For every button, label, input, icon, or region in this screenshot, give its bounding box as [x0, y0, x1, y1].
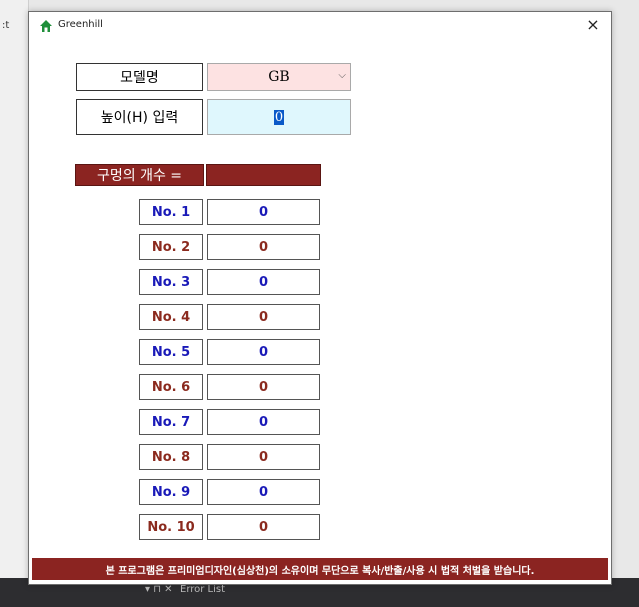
hole-number-label: No. 6 — [139, 374, 203, 400]
hole-number-value: 0 — [207, 304, 320, 330]
hole-number-label: No. 3 — [139, 269, 203, 295]
panel-pin-controls[interactable]: ▾ ⊓ ✕ — [145, 584, 173, 595]
hole-number-label: No. 9 — [139, 479, 203, 505]
hole-number-label: No. 2 — [139, 234, 203, 260]
greenhill-house-icon — [40, 20, 52, 32]
height-input[interactable]: 0 — [207, 99, 351, 135]
hole-number-value: 0 — [207, 339, 320, 365]
model-select-value: GB — [268, 69, 290, 85]
chevron-down-icon[interactable]: ⌵ — [338, 70, 346, 81]
hole-number-value: 0 — [207, 199, 320, 225]
hole-number-label: No. 8 — [139, 444, 203, 470]
hole-number-label: No. 1 — [139, 199, 203, 225]
height-input-label: 높이(H) 입력 — [76, 99, 203, 135]
hole-number-label: No. 10 — [139, 514, 203, 540]
hole-number-value: 0 — [207, 409, 320, 435]
window-title: Greenhill — [58, 19, 103, 30]
hole-number-value: 0 — [207, 514, 320, 540]
hole-number-value: 0 — [207, 374, 320, 400]
hole-count-value — [206, 164, 321, 186]
close-icon[interactable]: × — [581, 14, 605, 36]
hole-number-label: No. 7 — [139, 409, 203, 435]
hole-number-label: No. 5 — [139, 339, 203, 365]
hole-number-label: No. 4 — [139, 304, 203, 330]
background-editor-edge: :t — [0, 0, 29, 607]
hole-number-value: 0 — [207, 479, 320, 505]
greenhill-window: Greenhill × 모델명 GB ⌵ 높이(H) 입력 0 구멍의 개수 =… — [28, 11, 612, 585]
hole-count-label: 구멍의 개수 = — [75, 164, 204, 186]
hole-number-value: 0 — [207, 444, 320, 470]
copyright-notice: 본 프로그램은 프리미엄디자인(심상천)의 소유이며 무단으로 복사/반출/사용… — [32, 558, 608, 580]
title-bar: Greenhill × — [29, 12, 611, 42]
editor-gutter-mark: :t — [2, 20, 10, 31]
error-list-tab[interactable]: Error List — [180, 584, 225, 595]
hole-number-value: 0 — [207, 269, 320, 295]
height-input-value: 0 — [273, 109, 285, 125]
model-select[interactable]: GB ⌵ — [207, 63, 351, 91]
hole-number-value: 0 — [207, 234, 320, 260]
model-name-label: 모델명 — [76, 63, 203, 91]
